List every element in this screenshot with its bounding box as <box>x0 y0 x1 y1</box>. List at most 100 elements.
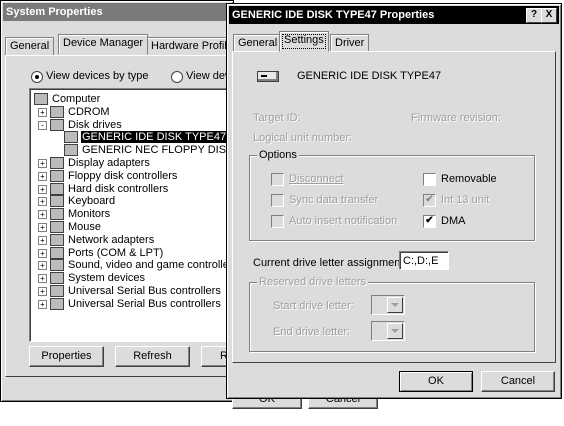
tree-node[interactable]: + Sound, video and game controllers <box>30 259 235 272</box>
keyboard-icon <box>50 195 64 208</box>
hard-disk-icon <box>257 71 279 82</box>
disk-properties-title: GENERIC IDE DISK TYPE47 Properties <box>232 9 435 21</box>
chevron-down-icon[interactable] <box>387 323 403 339</box>
expand-icon[interactable]: + <box>38 171 47 181</box>
system-properties-window: System Properties General Device Manager… <box>0 0 247 402</box>
tree-node-label: Monitors <box>68 208 111 221</box>
help-icon[interactable]: ? <box>526 8 542 23</box>
disk-properties-titlebar[interactable]: GENERIC IDE DISK TYPE47 Properties <box>229 6 559 24</box>
tree-node[interactable]: + System devices <box>30 272 234 285</box>
view-by-type-label: View devices by type <box>46 70 149 82</box>
tree-node-label: Display adapters <box>68 157 150 169</box>
tree-node[interactable]: GENERIC NEC FLOPPY DISK <box>30 144 234 157</box>
disconnect-checkbox[interactable] <box>271 173 284 186</box>
expand-icon[interactable]: + <box>38 210 47 220</box>
expand-icon[interactable]: + <box>38 299 47 309</box>
tab-general[interactable]: General <box>233 34 283 52</box>
int13-checkbox[interactable]: ✔ <box>423 194 436 207</box>
tree-node-label: Universal Serial Bus controllers <box>68 285 221 297</box>
auto-insert-label: Auto insert notification <box>289 215 398 227</box>
firmware-revision-label: Firmware revision: <box>411 112 501 124</box>
sync-data-checkbox[interactable] <box>271 194 284 207</box>
removable-checkbox[interactable] <box>423 173 436 186</box>
tree-node-label: Mouse <box>68 221 102 233</box>
monitor-icon <box>50 208 64 221</box>
usb-icon <box>50 297 64 310</box>
expand-icon[interactable]: + <box>38 223 47 232</box>
tree-node[interactable]: + Network adapters <box>30 233 234 246</box>
cancel-button[interactable]: Cancel <box>481 371 555 392</box>
expand-icon[interactable]: + <box>38 159 47 168</box>
logical-unit-label: Logical unit number: <box>253 132 353 144</box>
current-drive-field[interactable]: C:,D:,E <box>399 251 449 270</box>
tree-node[interactable]: + Hard disk controllers <box>30 182 234 195</box>
tab-driver[interactable]: Driver <box>330 34 370 52</box>
end-drive-combo[interactable] <box>371 321 405 341</box>
device-name: GENERIC IDE DISK TYPE47 <box>297 70 442 82</box>
tree-node-label: GENERIC IDE DISK TYPE47 <box>81 131 228 144</box>
tab-settings[interactable]: Settings <box>279 31 329 52</box>
usb-icon <box>50 285 64 297</box>
tree-node-label: Ports (COM & LPT) <box>68 246 164 259</box>
chevron-down-icon[interactable] <box>387 297 403 313</box>
tree-node[interactable]: + Universal Serial Bus controllers <box>30 285 234 297</box>
tree-node-label: Hard disk controllers <box>68 182 169 195</box>
tab-hardware-profiles[interactable]: Hardware Profiles <box>146 37 236 55</box>
view-by-connection-radio[interactable] <box>171 71 183 83</box>
tab-device-manager[interactable]: Device Manager <box>58 34 149 55</box>
tree-node[interactable]: + Universal Serial Bus controllers <box>30 297 234 310</box>
sync-data-label: Sync data transfer <box>289 194 379 206</box>
ok-button[interactable]: OK <box>399 371 473 392</box>
system-properties-title: System Properties <box>6 6 103 18</box>
dma-checkbox[interactable]: ✔ <box>423 215 436 228</box>
reserved-drive-group <box>249 282 535 352</box>
ports-icon <box>50 246 64 259</box>
close-icon[interactable]: X <box>541 8 557 23</box>
auto-insert-checkbox[interactable] <box>271 215 284 228</box>
expand-icon[interactable]: + <box>38 248 47 258</box>
tree-node[interactable]: + Mouse <box>30 221 234 233</box>
system-properties-titlebar[interactable]: System Properties <box>3 3 231 21</box>
floppy-disk-icon <box>64 144 78 157</box>
expand-icon[interactable]: + <box>38 184 47 194</box>
tree-node[interactable]: + CDROM <box>30 105 234 118</box>
tree-node-label: Floppy disk controllers <box>68 169 178 182</box>
hard-disk-icon <box>64 131 78 144</box>
expand-icon[interactable]: + <box>38 274 47 284</box>
reserved-drive-label: Reserved drive letters <box>257 276 368 288</box>
expand-icon[interactable]: + <box>38 287 47 296</box>
display-adapter-icon <box>50 157 64 169</box>
tree-node[interactable]: GENERIC IDE DISK TYPE47 <box>30 131 234 144</box>
collapse-icon[interactable]: - <box>38 120 47 130</box>
view-by-connection-label: View dev <box>186 70 231 82</box>
disk-properties-dialog: GENERIC IDE DISK TYPE47 Properties ? X G… <box>226 3 562 399</box>
view-by-type-radio[interactable] <box>31 71 43 83</box>
tree-node[interactable]: - Disk drives <box>30 118 234 131</box>
tree-node-label: Keyboard <box>68 195 116 208</box>
system-devices-icon <box>50 272 64 285</box>
tree-node[interactable]: + Ports (COM & LPT) <box>30 246 234 259</box>
cdrom-icon <box>50 105 64 118</box>
end-drive-label: End drive letter: <box>273 326 351 338</box>
expand-icon[interactable]: + <box>38 107 47 117</box>
tree-node-label: Sound, video and game controllers <box>68 259 235 272</box>
int13-label: Int 13 unit <box>441 194 490 206</box>
refresh-button[interactable]: Refresh <box>115 346 190 367</box>
expand-icon[interactable]: + <box>38 235 47 245</box>
tree-node[interactable]: + Monitors <box>30 208 234 221</box>
tree-node[interactable]: Computer <box>30 93 234 105</box>
tree-node-label: CDROM <box>68 105 110 118</box>
expand-icon[interactable]: + <box>38 261 47 271</box>
start-drive-label: Start drive letter: <box>273 300 354 312</box>
tab-general[interactable]: General <box>5 37 55 55</box>
tree-node-label: Universal Serial Bus controllers <box>68 297 221 310</box>
start-drive-combo[interactable] <box>371 295 405 315</box>
expand-icon[interactable]: + <box>38 197 47 207</box>
properties-button[interactable]: Properties <box>29 346 104 367</box>
tree-node[interactable]: + Floppy disk controllers <box>30 169 234 182</box>
tree-node-label: System devices <box>68 272 146 285</box>
device-tree[interactable]: Computer + CDROM - Disk drives GENERIC IDE DI… <box>29 88 235 342</box>
tree-node[interactable]: + Display adapters <box>30 157 234 169</box>
tree-node[interactable]: + Keyboard <box>30 195 234 208</box>
options-group-label: Options <box>257 149 299 161</box>
